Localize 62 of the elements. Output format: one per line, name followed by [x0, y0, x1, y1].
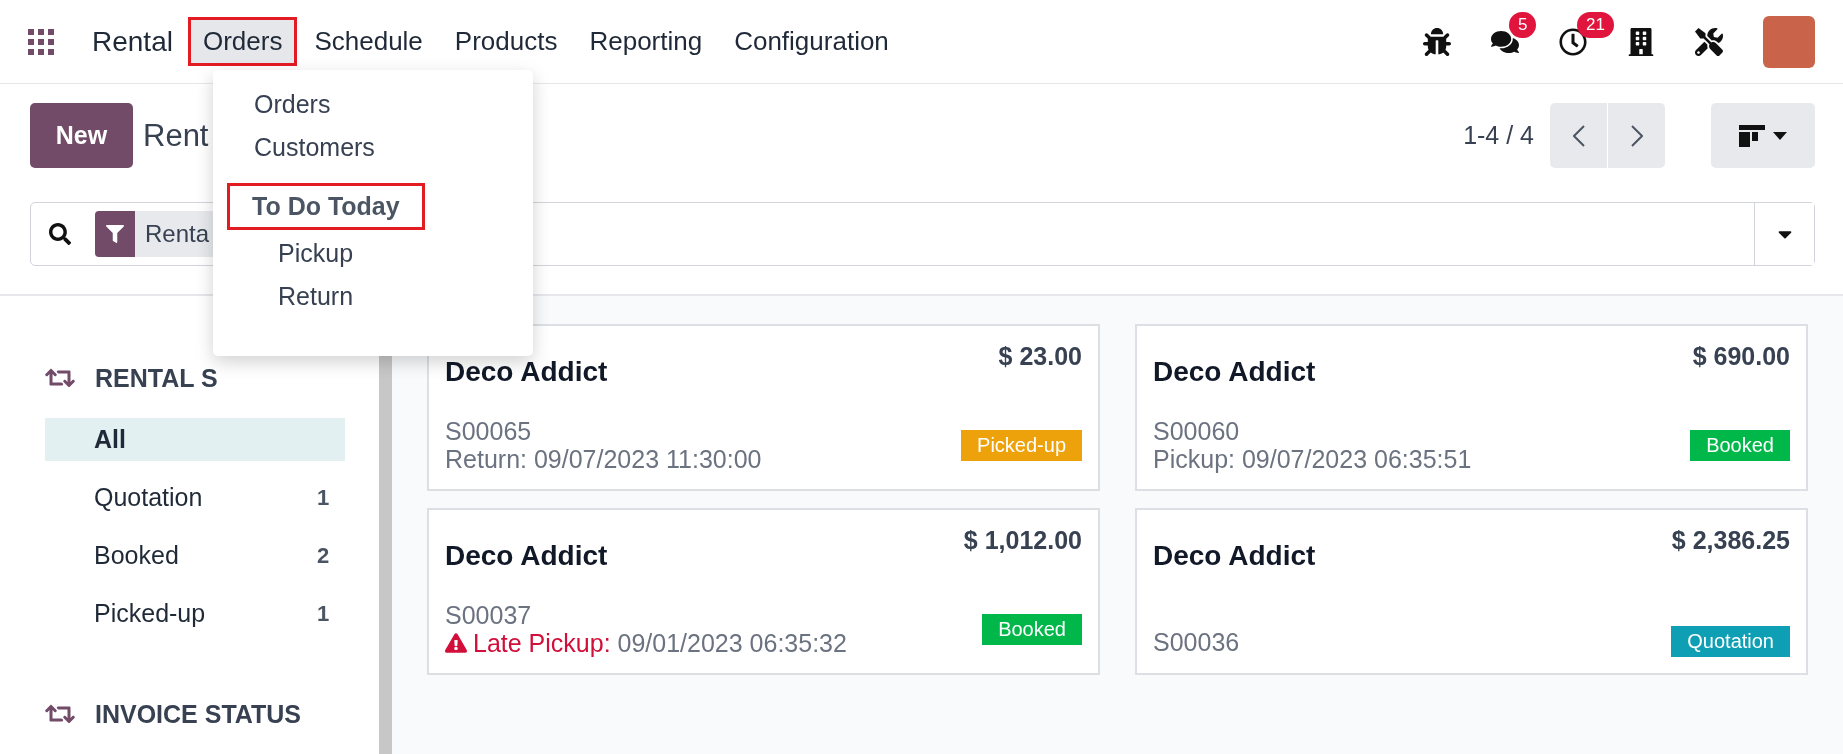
dropdown-item[interactable]: Orders — [254, 88, 331, 121]
view-switcher[interactable] — [1711, 103, 1815, 169]
order-reference: S00060 — [1153, 417, 1241, 445]
order-reference: S00036 — [1153, 627, 1240, 656]
customer-name: Deco Addict — [1153, 356, 1316, 388]
menu-item[interactable]: Orders — [190, 20, 295, 64]
page-title: Rent — [143, 117, 209, 154]
menu-item[interactable]: Products — [442, 20, 570, 64]
item-count: 1 — [316, 484, 330, 511]
schedule-text: Late Pickup: 09/01/2023 06:35:32 — [473, 629, 847, 657]
bug-icon[interactable] — [1423, 27, 1451, 56]
kanban-icon — [1739, 124, 1765, 147]
count-badge: 5 — [1509, 11, 1537, 38]
item-count: 1 — [316, 600, 330, 627]
filter-item[interactable]: Picked-up 1 — [45, 592, 346, 635]
chevron-left-icon — [1572, 124, 1585, 147]
dropdown-item[interactable]: Return — [278, 280, 354, 313]
menu-item[interactable]: Reporting — [577, 20, 715, 64]
count-badge: 21 — [1577, 11, 1614, 38]
order-card[interactable]: Deco Addict $ 2,386.25 S00036 Quotation — [1135, 508, 1808, 675]
dropdown-item[interactable]: Pickup — [278, 237, 354, 270]
search-icon — [49, 223, 71, 246]
status-tag: Quotation — [1671, 626, 1790, 657]
menu-item[interactable]: Configuration — [722, 20, 901, 64]
status-tag: Picked-up — [961, 429, 1082, 461]
clock-icon[interactable] — [1559, 27, 1587, 56]
order-reference: S00065 — [445, 417, 533, 445]
order-card[interactable]: Deco Addict $ 23.00 S00065 Return: 09/07/2023 11:30:00 Picked-up — [427, 324, 1100, 491]
search-options-toggle[interactable] — [1754, 203, 1814, 266]
order-reference: S00037 — [445, 601, 533, 629]
customer-name: Deco Addict — [1153, 540, 1316, 572]
order-amount: $ 690.00 — [1692, 342, 1790, 371]
status-tag: Booked — [1690, 429, 1790, 461]
customer-name: Deco Addict — [445, 356, 608, 388]
filter-item[interactable]: Booked 2 — [45, 534, 346, 577]
order-card[interactable]: Deco Addict $ 1,012.00 S00037 Late Pickup: 09/01/2023 06:35:32 Booked — [427, 508, 1100, 675]
apps-grid-icon[interactable] — [28, 28, 54, 55]
chevron-right-icon — [1630, 124, 1643, 147]
order-card[interactable]: Deco Addict $ 690.00 S00060 Pickup: 09/07/2023 06:35:51 Booked — [1135, 324, 1808, 491]
warning-icon — [445, 632, 467, 654]
filter-item[interactable]: Quotation 1 — [45, 476, 346, 519]
order-amount: $ 23.00 — [998, 342, 1082, 371]
caret-icon — [1773, 131, 1787, 140]
section-title: RENTAL S — [95, 363, 218, 393]
building-icon[interactable] — [1627, 27, 1655, 56]
customer-name: Deco Addict — [445, 540, 608, 572]
filter-icon — [106, 225, 124, 244]
status-tag: Booked — [982, 613, 1082, 645]
order-amount: $ 2,386.25 — [1671, 526, 1790, 555]
schedule-text: Return: 09/07/2023 11:30:00 — [445, 445, 762, 473]
user-avatar[interactable] — [1763, 15, 1815, 68]
dropdown-item[interactable]: Customers — [254, 131, 375, 164]
schedule-text: Pickup: 09/07/2023 06:35:51 — [1153, 445, 1472, 473]
menu-item[interactable]: Schedule — [302, 20, 435, 64]
item-count: 2 — [316, 542, 330, 569]
filter-item[interactable]: All — [45, 418, 346, 461]
section-title: INVOICE STATUS — [95, 699, 302, 729]
tools-icon[interactable] — [1695, 27, 1723, 56]
pager-text: 1-4 / 4 — [1463, 121, 1534, 151]
new-button[interactable]: New — [30, 103, 133, 169]
order-amount: $ 1,012.00 — [963, 526, 1082, 555]
app-name: Rental — [92, 25, 173, 58]
